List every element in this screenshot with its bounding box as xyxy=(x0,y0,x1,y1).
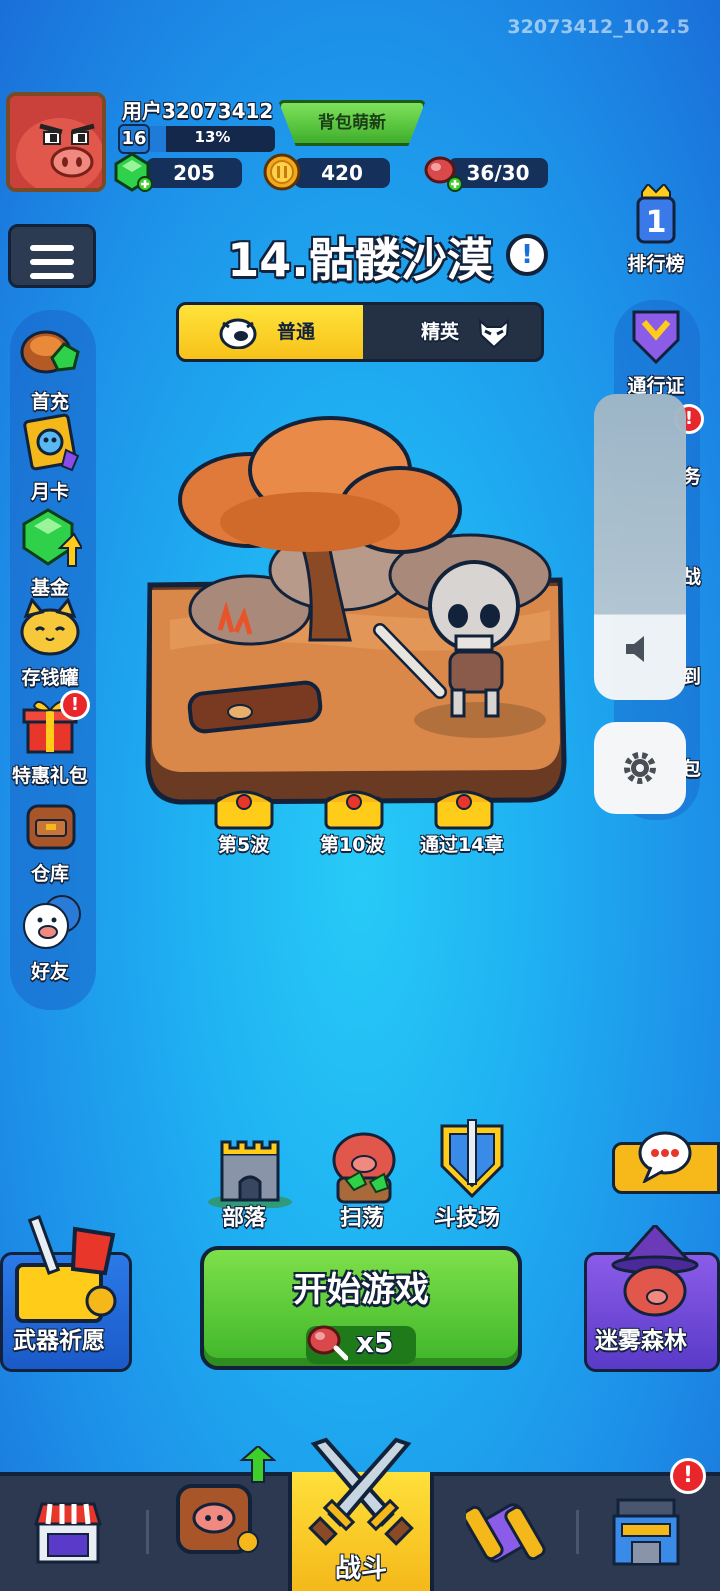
shop-icon[interactable] xyxy=(32,1500,104,1564)
xp-percent: 13% xyxy=(194,128,231,146)
witch-pig-icon xyxy=(611,1225,699,1317)
gear-icon xyxy=(624,752,656,784)
sidebar-item-leaderboard[interactable]: 1 排行榜 xyxy=(608,182,704,276)
elite-mask-icon xyxy=(478,318,510,349)
sidebar-item-piggy-bank[interactable]: 存钱罐 xyxy=(2,597,98,690)
pig-face-icon xyxy=(219,318,257,349)
mode-label-tribe: 部落 xyxy=(222,1206,267,1231)
coins-counter[interactable]: 420 xyxy=(294,158,390,188)
chat-bubble-icon xyxy=(638,1131,692,1183)
friends-icon xyxy=(23,895,81,949)
gems-counter[interactable]: 205 xyxy=(146,158,242,188)
sidebar-label-leaderboard: 排行榜 xyxy=(627,253,685,275)
level-badge: 16 xyxy=(118,124,150,154)
sidebar-label-piggy-bank: 存钱罐 xyxy=(21,667,79,689)
mode-label-arena: 斗技场 xyxy=(434,1206,501,1231)
mist-forest-label: 迷雾森林 xyxy=(595,1328,687,1354)
tab-elite[interactable]: 精英 xyxy=(363,305,541,359)
weapon-wish-card[interactable]: 武器祈愿 xyxy=(0,1215,132,1372)
weapon-chest-icon xyxy=(15,1215,117,1323)
reward-label-wave5: 第5波 xyxy=(218,834,270,856)
alert-badge: ! xyxy=(670,1458,706,1494)
version-label: 32073412_10.2.5 xyxy=(507,16,690,38)
lucky-cat-icon xyxy=(20,597,80,656)
sidebar-label-monthly-card: 月卡 xyxy=(30,481,69,503)
skill-scroll-icon[interactable] xyxy=(466,1498,546,1568)
sidebar-item-first-recharge[interactable]: 首充 xyxy=(2,322,98,414)
sidebar-item-fund[interactable]: 基金 xyxy=(2,508,98,600)
weapon-wish-label: 武器祈愿 xyxy=(13,1328,105,1354)
sidebar-label-friends: 好友 xyxy=(30,961,69,983)
reward-label-wave10: 第10波 xyxy=(320,834,385,856)
avatar[interactable] xyxy=(6,92,106,192)
leaderboard-trophy-icon: 1 xyxy=(636,182,676,244)
battle-pass-icon xyxy=(632,310,680,365)
meat-plus-icon[interactable] xyxy=(422,152,462,192)
sidebar-label-special-pack: 特惠礼包 xyxy=(11,765,88,787)
reward-chest-icon[interactable] xyxy=(322,786,386,832)
reward-chest-icon[interactable] xyxy=(212,786,276,832)
bag-rank-button[interactable]: 背包萌新 xyxy=(278,100,426,146)
reward-label-clear-chapter: 通过14章 xyxy=(420,834,504,856)
meat-icon xyxy=(307,1325,348,1361)
tab-normal-label: 普通 xyxy=(276,321,315,343)
first-recharge-icon xyxy=(20,330,80,374)
sidebar-item-friends[interactable]: 好友 xyxy=(2,892,98,984)
chapter-info-button[interactable]: ! xyxy=(506,234,548,276)
crossed-swords-icon xyxy=(308,1437,414,1546)
tab-normal[interactable]: 普通 xyxy=(179,305,363,359)
username: 用户32073412 xyxy=(122,99,274,123)
sidebar-item-warehouse[interactable]: 仓库 xyxy=(2,794,98,886)
arena-sword-icon[interactable] xyxy=(434,1118,510,1202)
sidebar-label-fund: 基金 xyxy=(30,577,69,599)
backpack-icon xyxy=(26,804,76,850)
building-icon[interactable] xyxy=(608,1496,684,1568)
coin-icon xyxy=(263,153,301,191)
sidebar-item-monthly-card[interactable]: 月卡 xyxy=(2,412,98,504)
chat-button[interactable] xyxy=(612,1131,720,1194)
sidebar-label-warehouse: 仓库 xyxy=(30,863,69,885)
sound-settings-button[interactable] xyxy=(594,722,686,814)
sidebar-label-first-recharge: 首充 xyxy=(30,391,69,413)
hero-pack-icon[interactable] xyxy=(168,1446,276,1560)
difficulty-toggle: 普通 精英 xyxy=(176,302,544,362)
tribe-castle-icon[interactable] xyxy=(206,1140,294,1208)
nav-divider xyxy=(576,1510,579,1554)
energy-counter[interactable]: 36/30 xyxy=(448,158,548,188)
fund-gem-icon xyxy=(22,508,84,567)
reward-chest-icon[interactable] xyxy=(432,786,496,832)
volume-slider[interactable] xyxy=(594,394,686,700)
gem-plus-icon[interactable] xyxy=(112,152,152,192)
chapter-scene-image xyxy=(145,416,567,805)
tab-elite-label: 精英 xyxy=(420,321,459,343)
svg-text:1: 1 xyxy=(646,205,667,240)
start-game-label: 开始游戏 xyxy=(293,1270,429,1310)
mode-label-sweep: 扫荡 xyxy=(340,1206,385,1231)
sidebar-item-battle-pass[interactable]: 通行证 xyxy=(608,306,704,398)
pig-avatar-icon xyxy=(10,96,102,188)
monthly-card-icon xyxy=(23,413,80,472)
nav-divider xyxy=(146,1510,149,1554)
start-cost: x5 xyxy=(356,1326,394,1359)
sweep-pig-icon[interactable] xyxy=(316,1124,412,1208)
speaker-icon xyxy=(626,636,644,662)
mist-forest-card[interactable]: 迷雾森林 xyxy=(584,1225,720,1372)
nav-tab-battle-label: 战斗 xyxy=(334,1554,387,1584)
alert-badge: ! xyxy=(60,690,90,720)
